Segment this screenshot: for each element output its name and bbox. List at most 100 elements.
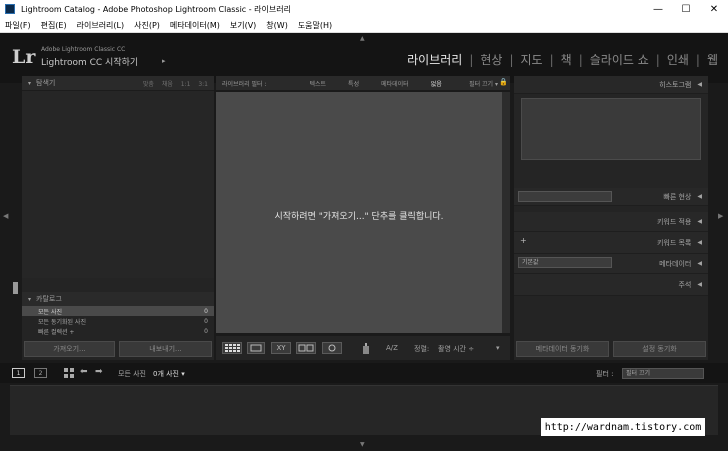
collapse-triangle-icon: ◀ bbox=[697, 239, 702, 246]
right-panel-toggle-icon[interactable]: ▶ bbox=[718, 212, 723, 220]
sort-dropdown[interactable]: 촬영 시간 ÷ bbox=[438, 344, 474, 354]
catalog-row-synced-photos[interactable]: 모든 동기화된 사진 0 bbox=[22, 316, 214, 326]
collapse-triangle-icon: ◀ bbox=[697, 193, 702, 200]
maximize-button[interactable]: ☐ bbox=[672, 0, 700, 18]
menu-photo[interactable]: 사진(P) bbox=[129, 20, 165, 31]
collapse-triangle-icon: ◀ bbox=[697, 260, 702, 267]
compare-view-icon[interactable]: XY bbox=[271, 342, 291, 354]
collapse-triangle-icon: ◀ bbox=[697, 281, 702, 288]
navigator-header[interactable]: ▾ 탐색기 맞춤 채움 1:1 3:1 bbox=[22, 76, 214, 90]
filmstrip-filter-dropdown[interactable]: 필터 끄기 bbox=[622, 368, 704, 379]
lr-logo: Lr bbox=[12, 46, 36, 68]
close-button[interactable]: ✕ bbox=[700, 0, 728, 18]
module-map[interactable]: 지도 bbox=[521, 51, 543, 68]
grid-icon[interactable] bbox=[64, 368, 74, 380]
menu-edit[interactable]: 편집(E) bbox=[36, 20, 72, 31]
grid-view-icon[interactable] bbox=[222, 342, 242, 354]
sync-settings-button[interactable]: 설정 동기화 bbox=[613, 341, 706, 357]
collapse-triangle-icon: ▾ bbox=[28, 295, 32, 303]
module-print[interactable]: 인쇄 bbox=[667, 51, 689, 68]
back-arrow-icon[interactable]: ⬅ bbox=[80, 367, 88, 377]
filter-preset-dropdown[interactable]: 필터 끄기 ▾ bbox=[469, 79, 498, 88]
collapse-triangle-icon: ◀ bbox=[697, 81, 702, 88]
module-web[interactable]: 웹 bbox=[707, 51, 718, 68]
menu-bar: 파일(F) 편집(E) 라이브러리(L) 사진(P) 메타데이터(M) 보기(V… bbox=[0, 18, 728, 33]
sync-metadata-button[interactable]: 메타데이터 동기화 bbox=[516, 341, 609, 357]
lock-icon[interactable]: 🔒 bbox=[499, 78, 508, 86]
filter-text[interactable]: 텍스트 bbox=[306, 79, 329, 88]
second-screen-button[interactable]: 2 bbox=[34, 368, 47, 378]
export-button[interactable]: 내보내기... bbox=[119, 341, 212, 357]
filter-none[interactable]: 없음 bbox=[428, 79, 445, 88]
left-panel-scrollbar[interactable] bbox=[13, 282, 18, 294]
histogram-area bbox=[514, 94, 708, 188]
sort-label: 정렬: bbox=[414, 345, 430, 353]
main-screen-button[interactable]: 1 bbox=[12, 368, 25, 378]
histogram-header[interactable]: 히스토그램 ◀ bbox=[514, 76, 708, 94]
play-arrow-icon[interactable]: ▸ bbox=[162, 57, 166, 65]
filter-attribute[interactable]: 특성 bbox=[345, 79, 362, 88]
filmstrip-source[interactable]: 모든 사진 bbox=[118, 369, 146, 379]
filmstrip-filter-label: 필터 : bbox=[596, 370, 614, 378]
collapse-triangle-icon: ▾ bbox=[28, 79, 32, 87]
quick-develop-header[interactable]: 빠른 현상 ◀ bbox=[514, 188, 708, 206]
sort-direction-icon[interactable]: A/Z bbox=[386, 344, 398, 352]
import-button[interactable]: 가져오기... bbox=[24, 341, 115, 357]
module-library[interactable]: 라이브러리 bbox=[407, 51, 462, 68]
catalog-title: 카탈로그 bbox=[36, 295, 62, 303]
menu-help[interactable]: 도움말(H) bbox=[293, 20, 337, 31]
brand-line-1: Adobe Lightroom Classic CC bbox=[41, 46, 126, 53]
metadata-preset-select[interactable]: 기본값 bbox=[518, 257, 612, 268]
toolbar-options-icon[interactable]: ▾ bbox=[496, 344, 500, 352]
left-panel-toggle-icon[interactable]: ◀ bbox=[3, 212, 8, 220]
keyword-list-header[interactable]: + 키워드 목록 ◀ bbox=[514, 232, 708, 254]
spray-can-icon[interactable] bbox=[362, 342, 370, 354]
menu-library[interactable]: 라이브러리(L) bbox=[72, 20, 130, 31]
minimize-button[interactable]: — bbox=[644, 0, 672, 18]
library-toolbar: XY A/Z 정렬: 촬영 시간 ÷ ▾ bbox=[216, 336, 510, 360]
menu-view[interactable]: 보기(V) bbox=[225, 20, 261, 31]
window-title: Lightroom Catalog - Adobe Photoshop Ligh… bbox=[21, 4, 291, 14]
catalog-row-quick-collection[interactable]: 빠른 컬렉션 + 0 bbox=[22, 326, 214, 336]
top-panel-toggle-icon[interactable]: ▲ bbox=[360, 35, 365, 42]
navigator-preview bbox=[22, 90, 214, 278]
menu-window[interactable]: 창(W) bbox=[261, 20, 293, 31]
bottom-panel-toggle-icon[interactable]: ▼ bbox=[360, 441, 365, 448]
metadata-header[interactable]: 기본값 메타데이터 ◀ bbox=[514, 254, 708, 274]
filter-metadata[interactable]: 메타데이터 bbox=[378, 79, 412, 88]
menu-file[interactable]: 파일(F) bbox=[0, 20, 36, 31]
navigator-title: 탐색기 bbox=[36, 79, 56, 87]
module-picker: 라이브러리 | 현상 | 지도 | 책 | 슬라이드 쇼 | 인쇄 | 웹 bbox=[407, 51, 718, 68]
grid-scrollbar[interactable] bbox=[502, 92, 510, 333]
module-develop[interactable]: 현상 bbox=[480, 51, 502, 68]
collapse-triangle-icon: ◀ bbox=[697, 218, 702, 225]
right-panel: 히스토그램 ◀ 빠른 현상 ◀ 키워드 적용 ◀ + 키워드 목록 ◀ 기본값 … bbox=[514, 76, 708, 360]
title-bar: Lightroom Catalog - Adobe Photoshop Ligh… bbox=[0, 0, 728, 18]
add-keyword-icon[interactable]: + bbox=[520, 236, 527, 245]
catalog-row-all-photos[interactable]: 모든 사진 0 bbox=[22, 306, 214, 316]
people-view-icon[interactable] bbox=[322, 342, 342, 354]
blog-watermark: http://wardnam.tistory.com bbox=[541, 418, 705, 436]
survey-view-icon[interactable] bbox=[296, 342, 316, 354]
lightroom-app-icon bbox=[5, 4, 15, 14]
filter-label: 라이브러리 필터 : bbox=[222, 80, 267, 88]
navigator-zoom-options[interactable]: 맞춤 채움 1:1 3:1 bbox=[143, 79, 208, 88]
library-filter-bar: 라이브러리 필터 : 텍스트 특성 메타데이터 없음 필터 끄기 ▾ 🔒 bbox=[216, 76, 510, 90]
photo-count-dropdown[interactable]: 0개 사진 ▾ bbox=[153, 369, 185, 379]
module-slideshow[interactable]: 슬라이드 쇼 bbox=[590, 51, 649, 68]
loupe-view-icon[interactable] bbox=[247, 342, 265, 354]
left-panel: ▾ 탐색기 맞춤 채움 1:1 3:1 ▾ 카탈로그 모든 사진 0 모든 동기… bbox=[22, 76, 214, 360]
forward-arrow-icon[interactable]: ➡ bbox=[95, 367, 103, 377]
histogram-graph bbox=[521, 98, 701, 160]
window-controls: — ☐ ✕ bbox=[644, 0, 728, 18]
brand-line-2[interactable]: Lightroom CC 시작하기 bbox=[41, 55, 138, 68]
menu-metadata[interactable]: 메타데이터(M) bbox=[165, 20, 225, 31]
keywording-header[interactable]: 키워드 적용 ◀ bbox=[514, 212, 708, 232]
grid-view[interactable]: 시작하려면 "가져오기..." 단추를 클릭합니다. bbox=[216, 92, 502, 333]
comments-header[interactable]: 주석 ◀ bbox=[514, 274, 708, 296]
catalog-header[interactable]: ▾ 카탈로그 bbox=[22, 292, 214, 306]
filmstrip-bar: 1 2 ⬅ ➡ 모든 사진 0개 사진 ▾ 필터 : 필터 끄기 bbox=[0, 363, 728, 383]
empty-catalog-message: 시작하려면 "가져오기..." 단추를 클릭합니다. bbox=[274, 212, 444, 222]
module-book[interactable]: 책 bbox=[561, 51, 572, 68]
saved-preset-select[interactable] bbox=[518, 191, 612, 202]
